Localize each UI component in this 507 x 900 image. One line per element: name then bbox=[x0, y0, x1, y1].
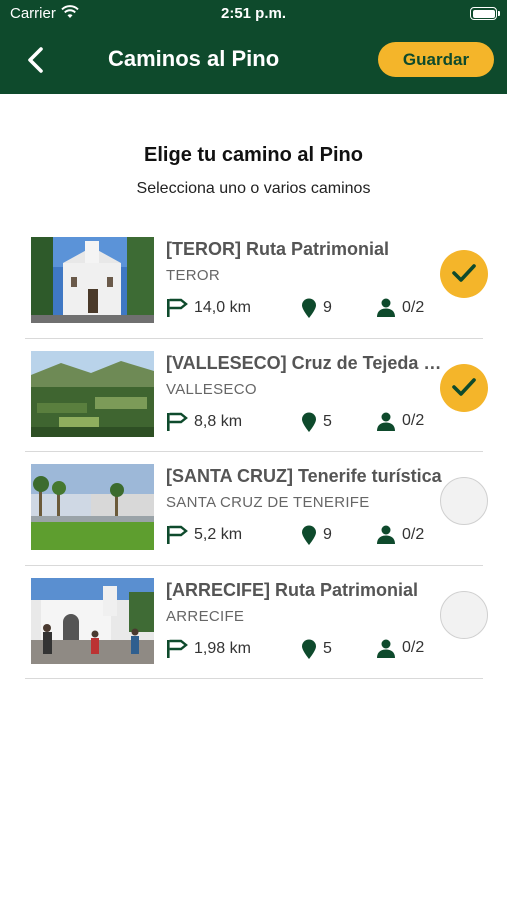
route-distance: 14,0 km bbox=[166, 298, 251, 318]
user-icon bbox=[377, 525, 395, 544]
route-thumbnail bbox=[31, 237, 154, 323]
route-title: [SANTA CRUZ] Tenerife turística bbox=[166, 466, 442, 486]
route-city: ARRECIFE bbox=[166, 607, 245, 625]
route-row-arrecife[interactable]: [ARRECIFE] Ruta Patrimonial ARRECIFE 1,9… bbox=[25, 566, 488, 679]
route-participants-value: 0/2 bbox=[402, 525, 425, 543]
route-row-valleseco[interactable]: [VALLESECO] Cruz de Tejeda a... VALLESEC… bbox=[25, 339, 488, 452]
route-thumbnail bbox=[31, 577, 154, 664]
back-button[interactable] bbox=[22, 44, 52, 76]
route-flag-icon bbox=[167, 525, 188, 544]
route-participants: 0/2 bbox=[376, 298, 424, 317]
route-stops: 5 bbox=[301, 412, 332, 432]
user-icon bbox=[377, 412, 395, 431]
route-title: [VALLESECO] Cruz de Tejeda a... bbox=[166, 352, 446, 373]
route-city: VALLESECO bbox=[166, 380, 257, 398]
route-participants-value: 0/2 bbox=[402, 412, 425, 429]
route-city: SANTA CRUZ DE TENERIFE bbox=[166, 494, 370, 511]
route-participants: 0/2 bbox=[376, 412, 424, 431]
checkmark-icon bbox=[452, 377, 476, 396]
map-pin-icon bbox=[302, 525, 316, 545]
route-meta: 5,2 km 9 0/2 bbox=[166, 525, 436, 547]
route-list: [TEROR] Ruta Patrimonial TEROR 14,0 km 9… bbox=[25, 225, 488, 679]
route-distance-value: 1,98 km bbox=[194, 639, 251, 657]
section-subheading: Selecciona uno o varios caminos bbox=[136, 180, 371, 197]
route-distance-value: 14,0 km bbox=[194, 299, 251, 316]
route-flag-icon bbox=[167, 639, 188, 658]
route-stops: 9 bbox=[301, 298, 332, 318]
route-meta: 14,0 km 9 0/2 bbox=[166, 298, 436, 320]
route-distance: 8,8 km bbox=[166, 412, 242, 432]
route-thumbnail bbox=[31, 350, 154, 437]
section-heading: Elige tu camino al Pino bbox=[144, 144, 363, 166]
route-distance: 1,98 km bbox=[166, 639, 251, 659]
route-title: [ARRECIFE] Ruta Patrimonial bbox=[166, 579, 419, 600]
status-time: 2:51 p.m. bbox=[220, 5, 287, 22]
app-header: Carrier 2:51 p.m. Caminos al Pino Guarda… bbox=[0, 0, 507, 94]
route-select-toggle[interactable] bbox=[440, 363, 488, 412]
route-flag-icon bbox=[167, 298, 188, 317]
map-pin-icon bbox=[302, 639, 316, 659]
user-icon bbox=[377, 639, 395, 658]
route-stops-value: 5 bbox=[323, 639, 332, 657]
map-pin-icon bbox=[302, 412, 316, 432]
route-title: [TEROR] Ruta Patrimonial bbox=[166, 239, 390, 259]
route-stops: 9 bbox=[301, 525, 332, 545]
checkmark-icon bbox=[452, 264, 476, 282]
route-thumbnail bbox=[31, 464, 154, 550]
route-flag-icon bbox=[167, 412, 188, 431]
route-participants-value: 0/2 bbox=[402, 298, 425, 316]
route-stops-value: 9 bbox=[323, 526, 332, 543]
route-city: TEROR bbox=[166, 267, 220, 284]
status-bar: Carrier 2:51 p.m. bbox=[0, 0, 507, 28]
navigation-bar: Caminos al Pino Guardar bbox=[0, 34, 507, 86]
save-button[interactable]: Guardar bbox=[378, 42, 494, 77]
route-stops-value: 9 bbox=[323, 299, 332, 316]
chevron-left-icon bbox=[28, 47, 43, 73]
map-pin-icon bbox=[302, 298, 316, 318]
route-select-toggle[interactable] bbox=[440, 477, 488, 525]
page-title: Caminos al Pino bbox=[108, 46, 280, 71]
battery-icon bbox=[470, 7, 500, 20]
route-stops-value: 5 bbox=[323, 412, 332, 430]
route-distance: 5,2 km bbox=[166, 525, 242, 545]
user-icon bbox=[377, 298, 395, 317]
route-stops: 5 bbox=[301, 639, 332, 659]
route-row-teror[interactable]: [TEROR] Ruta Patrimonial TEROR 14,0 km 9… bbox=[25, 225, 488, 339]
route-select-toggle[interactable] bbox=[440, 250, 488, 298]
route-select-toggle[interactable] bbox=[440, 590, 488, 639]
route-distance-value: 8,8 km bbox=[194, 412, 243, 430]
route-meta: 1,98 km 5 0/2 bbox=[166, 639, 436, 661]
route-participants: 0/2 bbox=[376, 525, 424, 544]
route-distance-value: 5,2 km bbox=[194, 526, 243, 543]
route-participants: 0/2 bbox=[376, 639, 424, 658]
route-row-santa-cruz[interactable]: [SANTA CRUZ] Tenerife turística SANTA CR… bbox=[25, 452, 488, 566]
route-meta: 8,8 km 5 0/2 bbox=[166, 412, 436, 434]
route-participants-value: 0/2 bbox=[402, 639, 425, 656]
